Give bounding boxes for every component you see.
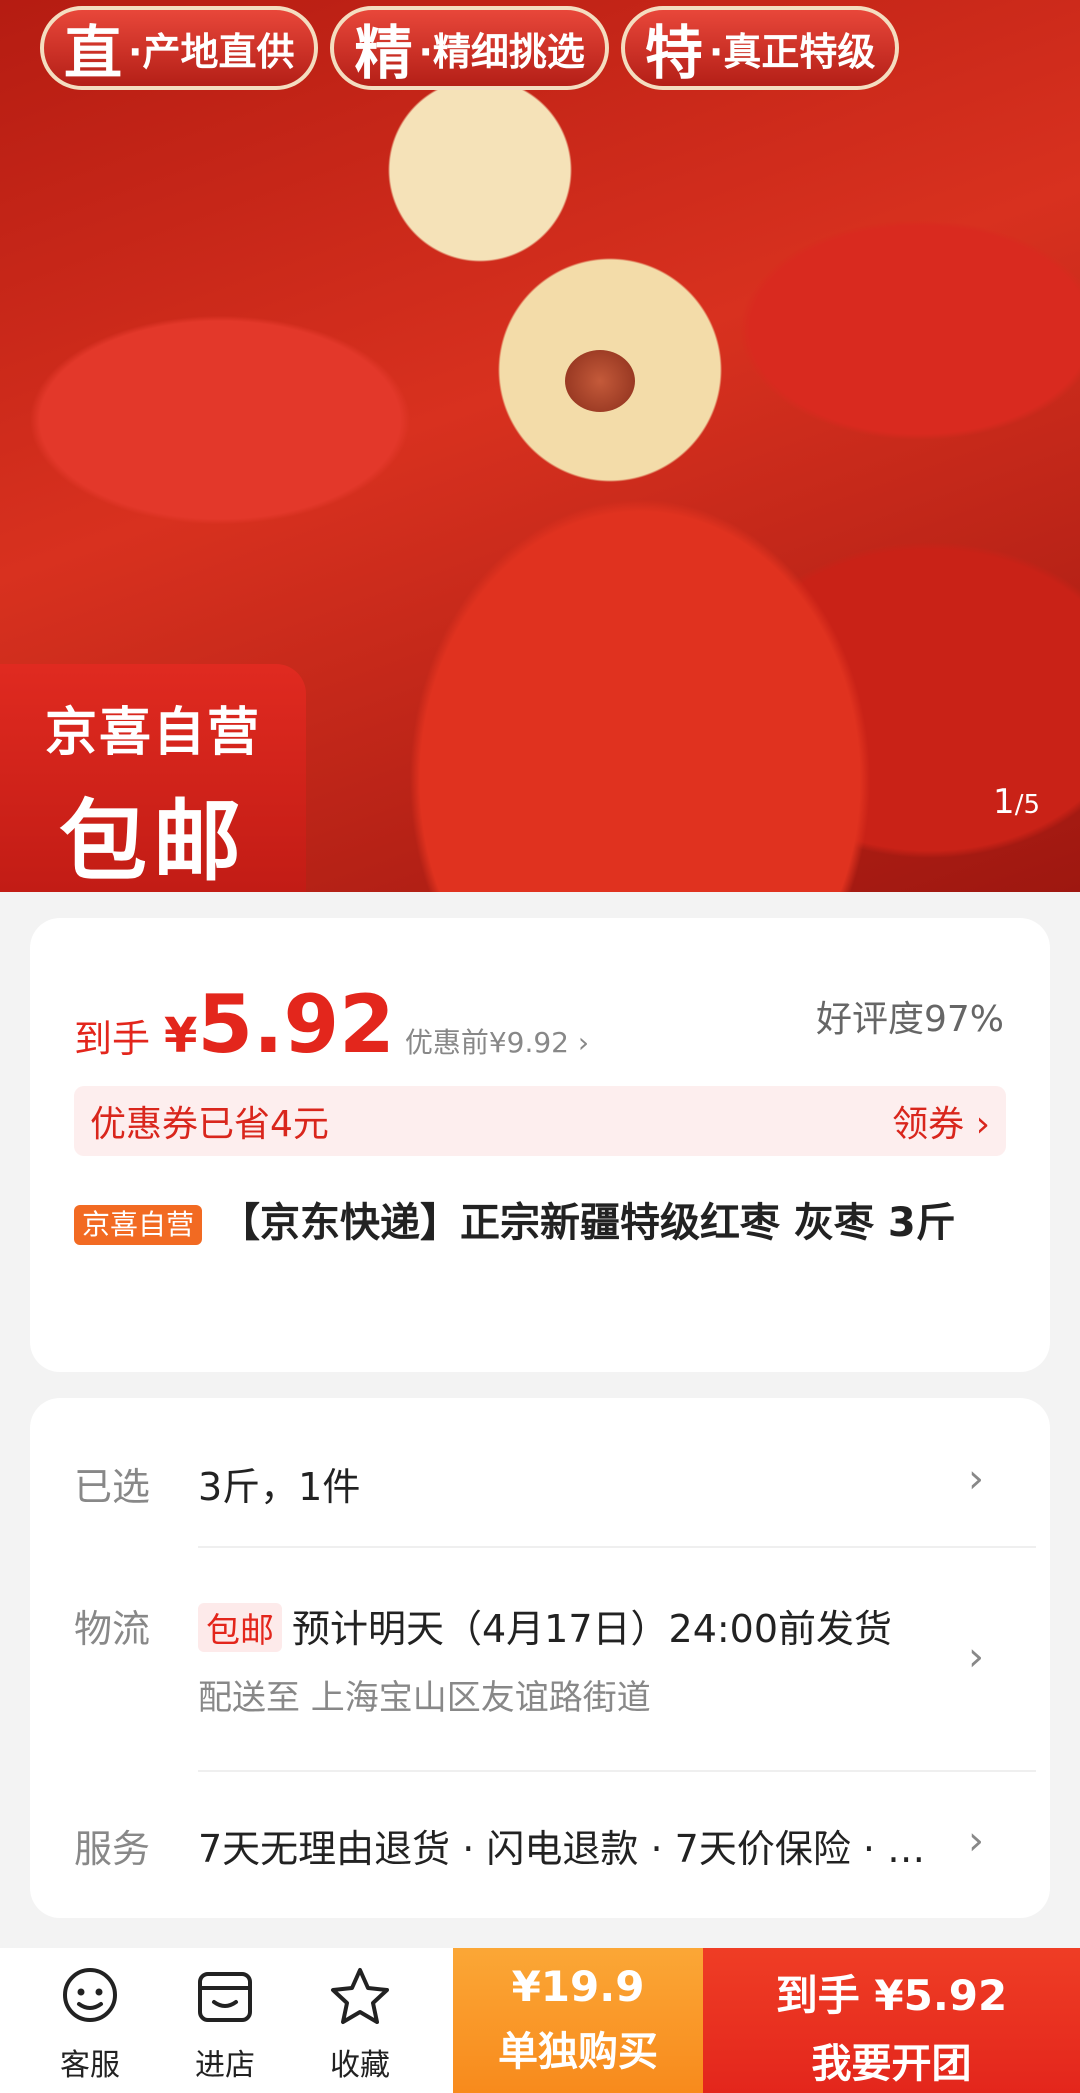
- chevron-right-icon: ›: [968, 1818, 984, 1864]
- store-button[interactable]: 进店: [170, 1962, 280, 2084]
- final-price-label: 到手: [74, 1017, 151, 1061]
- feature-tag-big: 精: [354, 19, 413, 87]
- free-shipping-tag: 包邮: [198, 1603, 282, 1652]
- feature-tag-origin: 直 ·产地直供: [40, 6, 319, 90]
- ship-time: 预计明天（4月17日）24:00前发货: [292, 1607, 893, 1651]
- image-pager: 1/5: [993, 782, 1040, 822]
- claim-coupon-button[interactable]: 领券 ›: [892, 1095, 990, 1147]
- feature-tag-text: ·真正特级: [708, 29, 876, 74]
- self-operated-tag: 京喜自营: [74, 1205, 203, 1245]
- badge-line2: 包邮: [58, 790, 247, 892]
- coupon-bar[interactable]: 优惠券已省4元 领券 ›: [74, 1086, 1006, 1156]
- buy-alone-button[interactable]: ¥19.9 单独购买: [453, 1948, 703, 2093]
- badge-line1: 京喜自营: [44, 703, 261, 763]
- selected-value: 3斤，1件: [198, 1465, 361, 1509]
- selected-spec-row[interactable]: 已选 3斤，1件 ›: [74, 1456, 1034, 1516]
- favorite-label: 收藏: [330, 2048, 390, 2083]
- service-row[interactable]: 服务 7天无理由退货 · 闪电退款 · 7天价保险 · … ›: [74, 1818, 1034, 1878]
- date-seed-decoration: [565, 350, 635, 412]
- buy-alone-price: ¥19.9: [511, 1962, 645, 2011]
- rating[interactable]: 好评度97%: [816, 990, 1004, 1042]
- delivery-address: 配送至 上海宝山区友谊路街道: [198, 1678, 651, 1718]
- customer-service-button[interactable]: 客服: [35, 1962, 145, 2084]
- pager-total: /5: [1014, 790, 1040, 820]
- store-label: 进店: [195, 2048, 255, 2083]
- product-image-carousel[interactable]: 直 ·产地直供 精 ·精细挑选 特 ·真正特级 京喜自营 包邮 1/5: [0, 0, 1080, 892]
- chevron-right-icon: ›: [968, 1634, 984, 1680]
- buy-alone-label: 单独购买: [498, 2029, 658, 2075]
- service-value: 7天无理由退货 · 闪电退款 · 7天价保险 · …: [198, 1827, 926, 1871]
- product-title: 京喜自营 【京东快递】正宗新疆特级红枣 灰枣 3斤: [74, 1188, 1024, 1258]
- logistics-value: 包邮 预计明天（4月17日）24:00前发货: [198, 1598, 892, 1653]
- logistics-label: 物流: [74, 1607, 151, 1651]
- divider: [198, 1770, 1036, 1772]
- feature-tag-big: 直: [64, 19, 123, 87]
- favorite-button[interactable]: 收藏: [305, 1962, 415, 2084]
- feature-tags: 直 ·产地直供 精 ·精细挑选 特 ·真正特级: [40, 6, 1060, 90]
- price-card: 到手 ¥ 5.92 优惠前¥9.92 › 好评度97% 优惠券已省4元 领券 ›…: [30, 918, 1050, 1372]
- final-price: 5.92: [197, 978, 395, 1071]
- group-price: 到手 ¥5.92: [775, 1971, 1008, 2020]
- product-title-text: 【京东快递】正宗新疆特级红枣 灰枣 3斤: [220, 1200, 956, 1246]
- feature-tag-grade: 特 ·真正特级: [620, 6, 900, 90]
- customer-service-icon: [63, 1968, 117, 2022]
- group-label: 我要开团: [811, 2041, 972, 2087]
- store-icon: [198, 1972, 252, 2022]
- pager-current: 1: [993, 782, 1015, 822]
- feature-tag-selection: 精 ·精细挑选: [330, 6, 609, 90]
- feature-tag-big: 特: [644, 19, 703, 87]
- feature-tag-text: ·产地直供: [128, 29, 295, 74]
- selected-label: 已选: [74, 1465, 151, 1509]
- feature-tag-text: ·精细挑选: [418, 29, 585, 74]
- divider: [198, 1546, 1036, 1548]
- bottom-action-bar: 客服 进店 收藏 ¥19.9 单独购买 到手 ¥5.92 我要开团: [0, 1948, 1080, 2093]
- service-label: 服务: [74, 1827, 151, 1871]
- coupon-saved-text: 优惠券已省4元: [90, 1104, 329, 1145]
- original-price-link[interactable]: 优惠前¥9.92 ›: [405, 1021, 589, 1061]
- logistics-row[interactable]: 物流 包邮 预计明天（4月17日）24:00前发货 配送至 上海宝山区友谊路街道 …: [74, 1598, 1034, 1738]
- self-operated-free-shipping-badge: 京喜自营 包邮: [0, 664, 306, 892]
- chevron-right-icon: ›: [968, 1456, 984, 1502]
- start-group-button[interactable]: 到手 ¥5.92 我要开团: [703, 1948, 1080, 2093]
- customer-service-label: 客服: [60, 2048, 120, 2083]
- star-icon: [331, 1968, 389, 2024]
- details-card: 已选 3斤，1件 › 物流 包邮 预计明天（4月17日）24:00前发货 配送至 …: [30, 1398, 1050, 1918]
- currency-symbol: ¥: [164, 1008, 198, 1064]
- price-row: 到手 ¥ 5.92 优惠前¥9.92 ›: [74, 978, 589, 1071]
